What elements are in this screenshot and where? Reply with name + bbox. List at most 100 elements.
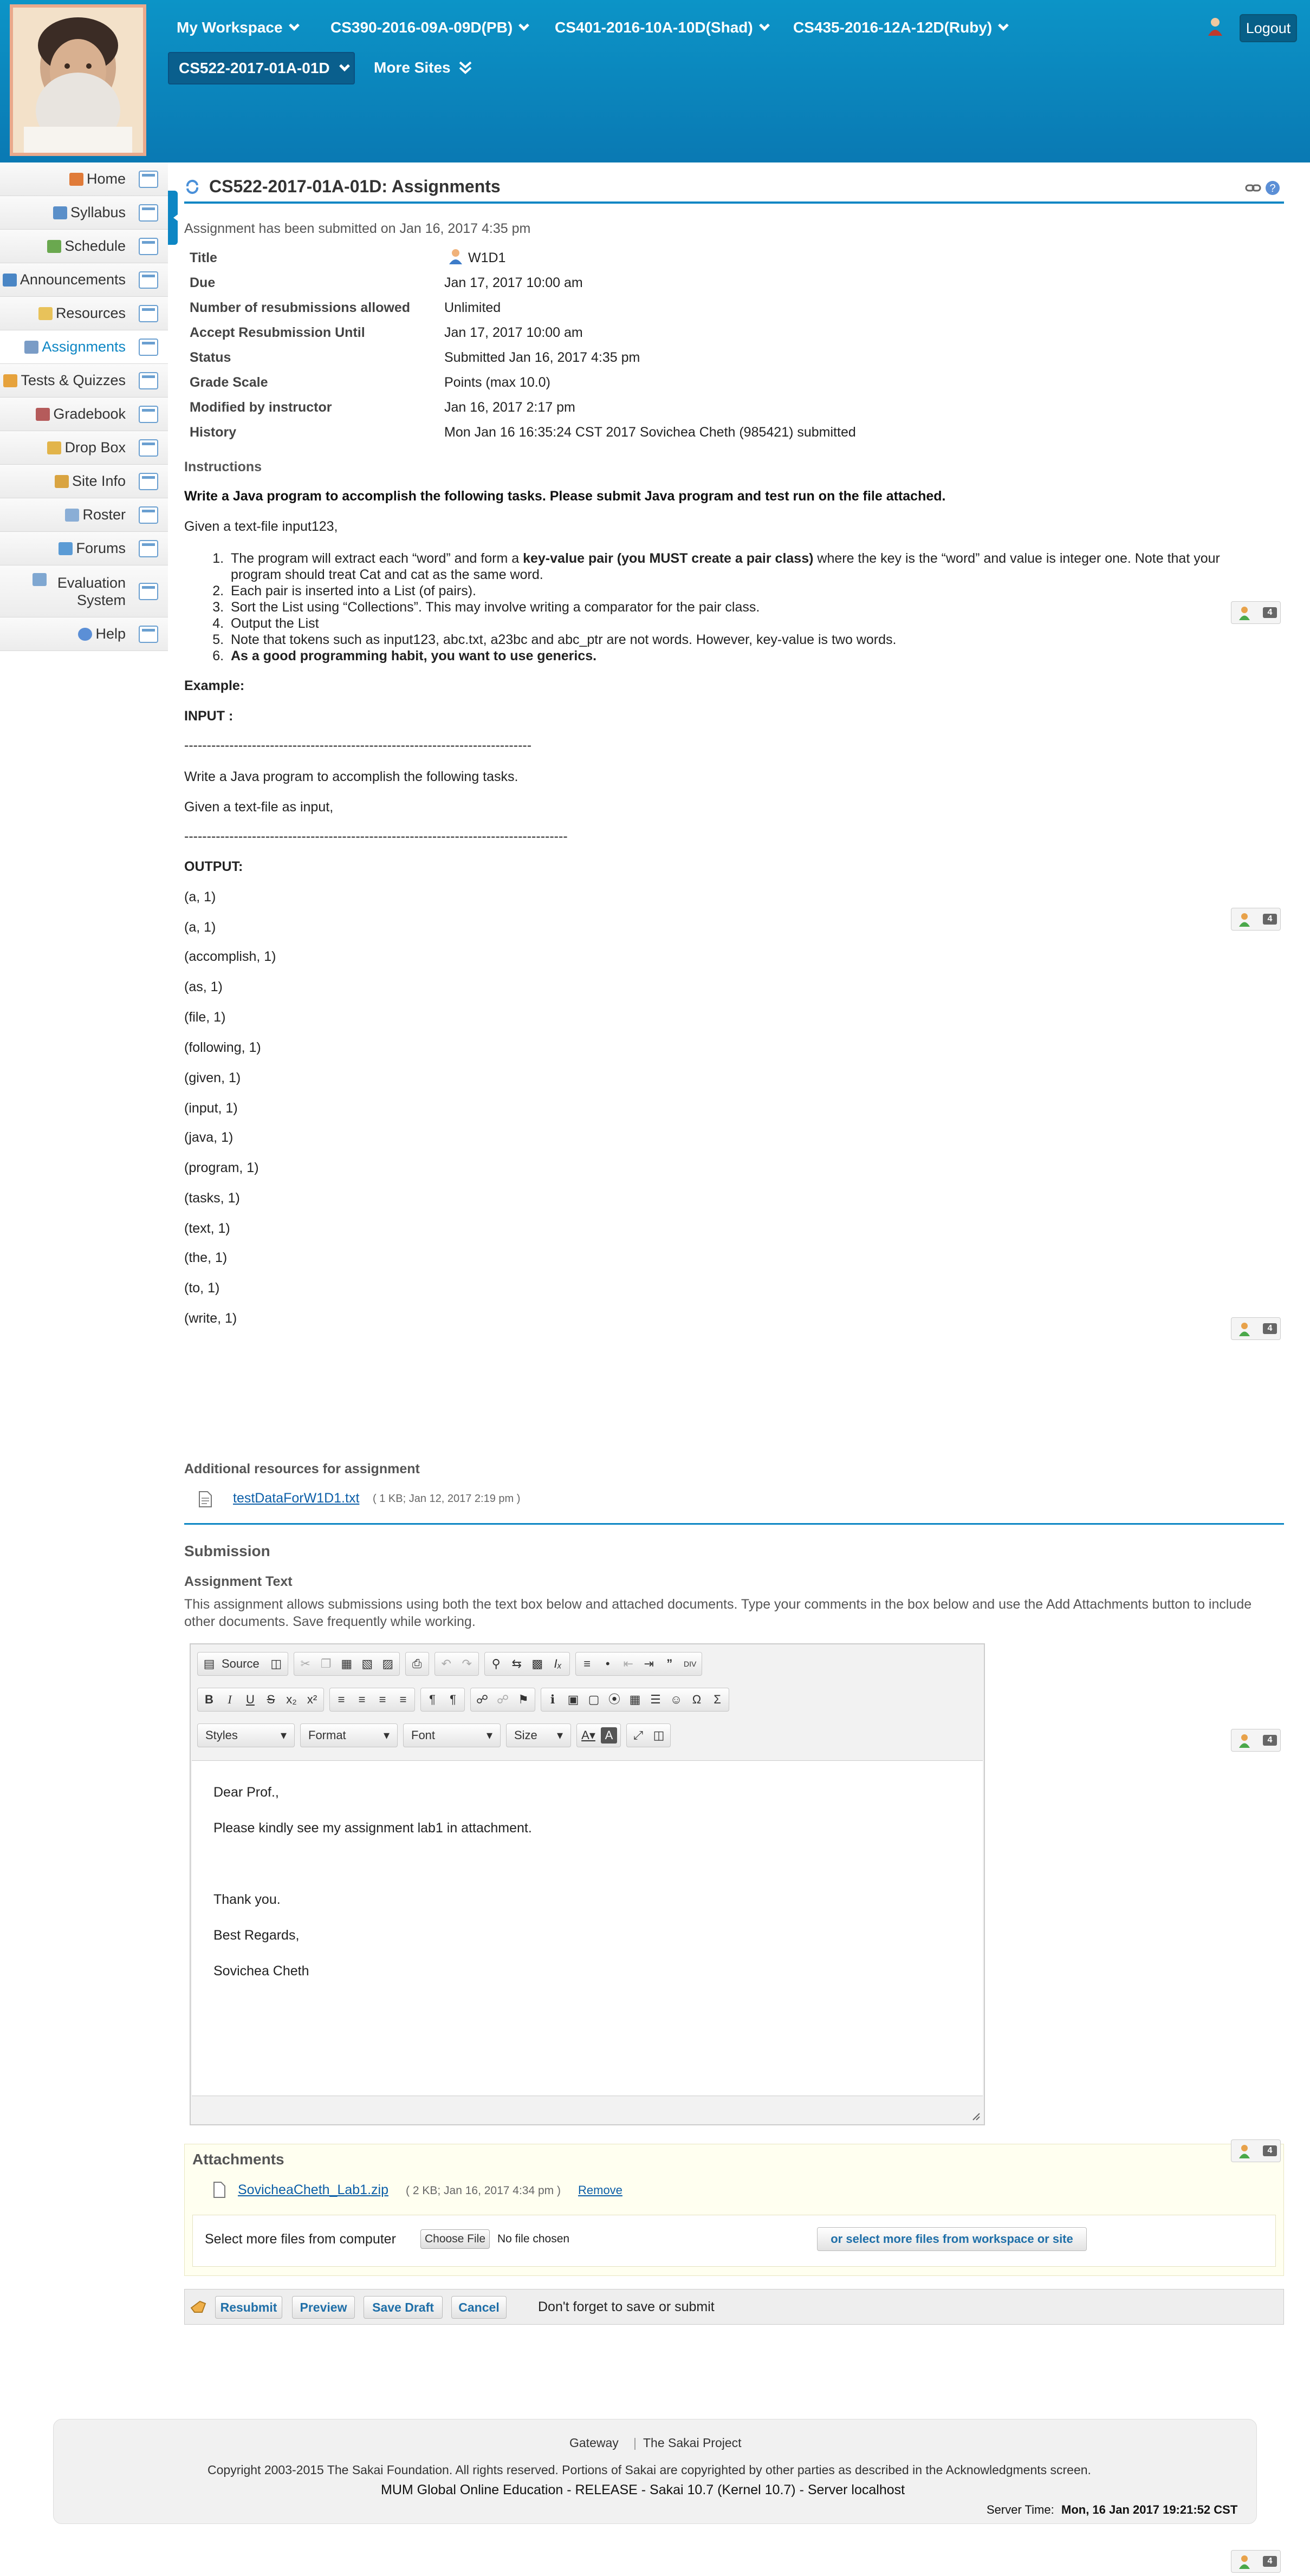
sidebar-item-home[interactable]: Home: [0, 162, 168, 196]
maximize-icon[interactable]: ⤢: [630, 1727, 646, 1744]
popout-icon[interactable]: [139, 539, 158, 557]
ltr-icon[interactable]: ¶: [424, 1692, 440, 1708]
resource-file-link[interactable]: testDataForW1D1.txt: [233, 1491, 359, 1506]
superscript-icon[interactable]: x²: [304, 1692, 320, 1708]
subscript-icon[interactable]: x₂: [283, 1692, 300, 1708]
popout-icon[interactable]: [139, 506, 158, 524]
remove-attachment-link[interactable]: Remove: [578, 2183, 622, 2197]
special-char-icon[interactable]: Ω: [689, 1692, 705, 1708]
popout-icon[interactable]: [139, 338, 158, 356]
popout-icon[interactable]: [139, 304, 158, 322]
horizontal-rule-icon[interactable]: ☰: [647, 1692, 664, 1708]
source-button[interactable]: Source: [222, 1657, 260, 1671]
math-icon[interactable]: Σ: [709, 1692, 725, 1708]
sidebar-item-syllabus[interactable]: Syllabus: [0, 196, 168, 230]
chevron-down-icon[interactable]: [339, 61, 350, 71]
site-tab-cs390[interactable]: CS390-2016-09A-09D(PB): [330, 16, 530, 39]
outdent-icon[interactable]: ⇤: [620, 1656, 637, 1672]
sidebar-item-site-info[interactable]: Site Info: [0, 465, 168, 498]
sidebar-item-schedule[interactable]: Schedule: [0, 230, 168, 263]
site-tab-my-workspace[interactable]: My Workspace: [177, 16, 300, 39]
movie-icon[interactable]: ▢: [586, 1692, 602, 1708]
sidebar-item-forums[interactable]: Forums: [0, 532, 168, 565]
numbered-list-icon[interactable]: ≡: [579, 1656, 595, 1672]
copy-icon[interactable]: ❐: [318, 1656, 334, 1672]
footer-link-gateway[interactable]: Gateway: [569, 2436, 619, 2450]
image-icon[interactable]: ▣: [565, 1692, 581, 1708]
presence-badge[interactable]: 4: [1231, 1317, 1281, 1340]
popout-icon[interactable]: [139, 439, 158, 457]
paste-word-icon[interactable]: ▨: [380, 1656, 396, 1672]
styles-dropdown[interactable]: Styles ▾: [197, 1723, 295, 1747]
citation-icon[interactable]: ℹ: [544, 1692, 561, 1708]
select-from-workspace-button[interactable]: or select more files from workspace or s…: [817, 2227, 1087, 2251]
align-center-icon[interactable]: ≡: [354, 1692, 370, 1708]
anchor-flag-icon[interactable]: ⚑: [515, 1692, 531, 1708]
save-draft-button[interactable]: Save Draft: [364, 2296, 443, 2319]
presence-badge[interactable]: 4: [1231, 601, 1281, 624]
popout-icon[interactable]: [139, 271, 158, 289]
div-icon[interactable]: DIV: [682, 1656, 698, 1672]
sidebar-item-announcements[interactable]: Announcements: [0, 263, 168, 297]
bulleted-list-icon[interactable]: •: [600, 1656, 616, 1672]
undo-icon[interactable]: ↶: [438, 1656, 455, 1672]
align-justify-icon[interactable]: ≡: [395, 1692, 411, 1708]
replace-icon[interactable]: ⇆: [509, 1656, 525, 1672]
size-dropdown[interactable]: Size ▾: [506, 1723, 571, 1747]
smiley-icon[interactable]: ☺: [668, 1692, 684, 1708]
sidebar-item-tests-quizzes[interactable]: Tests & Quizzes: [0, 364, 168, 398]
popout-icon[interactable]: [139, 204, 158, 222]
resubmit-button[interactable]: Resubmit: [215, 2296, 282, 2319]
logout-button[interactable]: Logout: [1240, 14, 1297, 42]
chevron-down-icon[interactable]: [998, 20, 1009, 31]
text-color-icon[interactable]: A▾: [580, 1727, 596, 1744]
more-sites-button[interactable]: More Sites: [374, 56, 472, 79]
blockquote-icon[interactable]: ”: [662, 1656, 678, 1672]
popout-icon[interactable]: [139, 405, 158, 423]
choose-file-button[interactable]: Choose File: [420, 2229, 490, 2249]
show-blocks-icon[interactable]: ◫: [651, 1727, 667, 1744]
align-left-icon[interactable]: ≡: [333, 1692, 349, 1708]
presence-badge[interactable]: 4: [1231, 1729, 1281, 1752]
popout-icon[interactable]: [139, 372, 158, 389]
attachment-file-link[interactable]: SovicheaCheth_Lab1.zip: [238, 2182, 388, 2198]
sidebar-item-gradebook[interactable]: Gradebook: [0, 398, 168, 431]
user-presence-icon[interactable]: [1206, 16, 1224, 37]
find-icon[interactable]: ⚲: [488, 1656, 504, 1672]
resize-handle-icon[interactable]: [971, 2111, 981, 2121]
background-color-icon[interactable]: A: [601, 1727, 617, 1744]
help-icon[interactable]: ?: [1264, 180, 1281, 196]
sidebar-item-help[interactable]: Help: [0, 617, 168, 651]
popout-icon[interactable]: [139, 170, 158, 188]
link-icon[interactable]: ☍: [474, 1692, 490, 1708]
preview-button[interactable]: Preview: [292, 2296, 355, 2319]
italic-icon[interactable]: I: [222, 1692, 238, 1708]
presence-badge[interactable]: 4: [1231, 908, 1281, 931]
popout-icon[interactable]: [139, 625, 158, 643]
popout-icon[interactable]: [139, 472, 158, 490]
sidebar-item-resources[interactable]: Resources: [0, 297, 168, 330]
editor-content-area[interactable]: Dear Prof., Please kindly see my assignm…: [192, 1760, 983, 2096]
site-tab-current[interactable]: CS522-2017-01A-01D: [168, 52, 355, 84]
cut-icon[interactable]: ✂: [297, 1656, 314, 1672]
sidebar-item-evaluation-system[interactable]: Evaluation System: [0, 565, 168, 617]
presence-badge[interactable]: 4: [1231, 2139, 1281, 2162]
reset-icon[interactable]: [184, 179, 200, 195]
font-dropdown[interactable]: Font ▾: [403, 1723, 501, 1747]
sidebar-item-drop-box[interactable]: Drop Box: [0, 431, 168, 465]
rtl-icon[interactable]: ¶: [445, 1692, 461, 1708]
source-icon[interactable]: ▤: [201, 1656, 217, 1672]
indent-icon[interactable]: ⇥: [641, 1656, 657, 1672]
remove-format-icon[interactable]: Iₓ: [550, 1656, 566, 1672]
presence-badge[interactable]: 4: [1231, 2550, 1281, 2573]
unlink-icon[interactable]: ☍: [495, 1692, 511, 1708]
popout-icon[interactable]: [139, 582, 158, 600]
flash-icon[interactable]: ⦿: [606, 1692, 622, 1708]
template-icon[interactable]: ◫: [268, 1656, 284, 1672]
site-tab-cs401[interactable]: CS401-2016-10A-10D(Shad): [555, 16, 770, 39]
footer-link-sakai-project[interactable]: The Sakai Project: [643, 2436, 742, 2450]
site-tab-cs435[interactable]: CS435-2016-12A-12D(Ruby): [793, 16, 1009, 39]
sidebar-item-assignments[interactable]: Assignments: [0, 330, 168, 364]
underline-icon[interactable]: U: [242, 1692, 258, 1708]
paste-text-icon[interactable]: ▧: [359, 1656, 375, 1672]
